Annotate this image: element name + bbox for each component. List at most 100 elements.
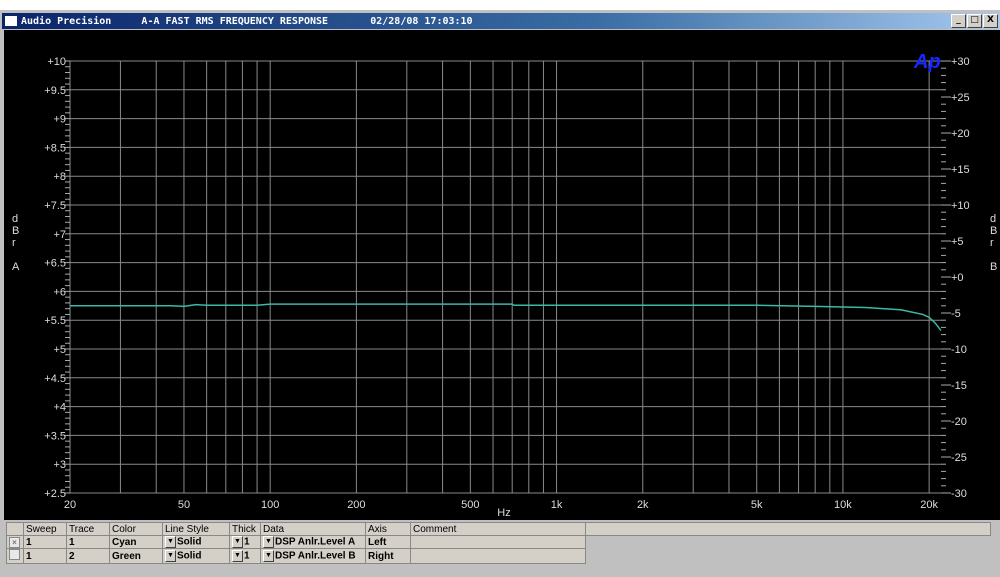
right-axis-label-char: B <box>990 225 997 237</box>
y-tick-label-right: +20 <box>951 128 970 140</box>
x-tick-label: 50 <box>178 499 190 511</box>
y-tick-label-left: +6.5 <box>44 258 66 270</box>
column-header[interactable]: Axis <box>365 522 411 536</box>
column-header[interactable]: Color <box>109 522 163 536</box>
app-name: Audio Precision <box>21 15 112 27</box>
data-cell-value: DSP Anlr.Level B <box>275 550 356 562</box>
x-tick-label: 1k <box>551 499 563 511</box>
color-cell[interactable]: Green <box>109 548 163 564</box>
trace-line <box>70 303 942 332</box>
right-axis-label-char: B <box>990 261 997 273</box>
close-button[interactable]: X <box>983 14 998 28</box>
left-axis-label-char: d <box>12 213 18 225</box>
x-tick-label: 20k <box>920 499 938 511</box>
color-cell-value: Green <box>112 550 141 562</box>
minimize-button[interactable]: _ <box>951 14 966 28</box>
comment-cell[interactable] <box>410 548 586 564</box>
column-header-filler <box>585 522 991 536</box>
line-style-cell-value: Solid <box>177 550 202 562</box>
y-tick-label-left: +9 <box>53 114 66 126</box>
line-style-cell[interactable]: ▼ Solid <box>162 548 230 564</box>
y-tick-label-left: +5 <box>53 344 66 356</box>
column-header[interactable]: Trace <box>66 522 110 536</box>
plot-area: +2.5 +3 +3.5 +4 +4.5 +5 +5.5 +6 +6.5 +7 +7.5 +8 +8.5… <box>4 30 1000 520</box>
trace-legend-table: Sweep Trace Color Line Style Thick Data Axis Co… <box>6 522 1000 577</box>
column-header[interactable]: Thick <box>229 522 261 536</box>
y-tick-label-right: +10 <box>951 200 970 212</box>
row-checkbox[interactable] <box>6 548 24 564</box>
ap-logo: Ap <box>913 51 941 73</box>
x-tick-label: 100 <box>261 499 279 511</box>
line-style-cell-value: Solid <box>177 536 202 548</box>
y-tick-label-left: +8.5 <box>44 142 66 154</box>
window-icon[interactable] <box>5 16 17 26</box>
y-tick-label-right: -20 <box>951 416 967 428</box>
y-tick-label-right: +15 <box>951 164 970 176</box>
axis-cell-value: Left <box>368 536 387 548</box>
table-row[interactable]: 1 2 Green ▼ Solid ▼ 1 ▼ DSP Anlr.Level B Right <box>6 548 991 564</box>
y-tick-label-left: +4.5 <box>44 373 66 385</box>
timestamp: 02/28/08 17:03:10 <box>370 15 473 27</box>
left-axis-label-char: r <box>12 237 16 249</box>
app-window: Audio Precision A-A FAST RMS FREQUENCY R… <box>0 10 1000 577</box>
x-axis-label: Hz <box>497 507 510 519</box>
column-header[interactable]: Line Style <box>162 522 230 536</box>
right-axis-label-char: d <box>990 213 996 225</box>
table-row[interactable]: × 1 1 Cyan ▼ Solid ▼ 1 ▼ DSP Anlr.Level A Left <box>6 535 991 549</box>
maximize-button[interactable]: □ <box>967 14 982 28</box>
dropdown-arrow-icon[interactable]: ▼ <box>263 536 274 548</box>
dropdown-arrow-icon[interactable]: ▼ <box>263 550 274 562</box>
x-tick-label: 500 <box>461 499 479 511</box>
column-header[interactable]: Comment <box>410 522 586 536</box>
right-axis-label-char: r <box>990 237 994 249</box>
y-tick-label-right: +25 <box>951 92 970 104</box>
x-tick-label: 200 <box>347 499 365 511</box>
comment-cell[interactable] <box>410 535 586 549</box>
left-axis-label-char: B <box>12 225 19 237</box>
trace-cell-value: 1 <box>69 536 75 548</box>
sweep-cell-value: 1 <box>26 550 32 562</box>
row-checkbox[interactable]: × <box>6 535 24 549</box>
y-tick-label-right: +0 <box>951 272 964 284</box>
dropdown-arrow-icon[interactable]: ▼ <box>232 550 243 562</box>
y-tick-label-right: -15 <box>951 380 967 392</box>
y-tick-label-right: -10 <box>951 344 967 356</box>
data-cell[interactable]: ▼ DSP Anlr.Level A <box>260 535 366 549</box>
thick-cell[interactable]: ▼ 1 <box>229 548 261 564</box>
x-tick-label: 2k <box>637 499 649 511</box>
y-tick-label-left: +7.5 <box>44 200 66 212</box>
thick-cell-value: 1 <box>244 550 250 562</box>
y-tick-label-left: +9.5 <box>44 85 66 97</box>
column-header[interactable]: Sweep <box>23 522 67 536</box>
y-tick-label-right: +30 <box>951 56 970 68</box>
y-tick-label-left: +6 <box>53 286 66 298</box>
trace-cell[interactable]: 1 <box>66 535 110 549</box>
sweep-cell-value: 1 <box>26 536 32 548</box>
y-tick-label-left: +10 <box>47 56 66 68</box>
y-tick-label-right: -5 <box>951 308 961 320</box>
trace-cell[interactable]: 2 <box>66 548 110 564</box>
data-cell[interactable]: ▼ DSP Anlr.Level B <box>260 548 366 564</box>
axis-cell-value: Right <box>368 550 394 562</box>
sweep-cell[interactable]: 1 <box>23 535 67 549</box>
dropdown-arrow-icon[interactable]: ▼ <box>232 536 243 548</box>
dropdown-arrow-icon[interactable]: ▼ <box>165 536 176 548</box>
title-bar: Audio Precision A-A FAST RMS FREQUENCY R… <box>2 13 1000 29</box>
sweep-cell[interactable]: 1 <box>23 548 67 564</box>
y-tick-label-left: +4 <box>53 402 66 414</box>
y-tick-label-right: -25 <box>951 452 967 464</box>
column-header[interactable] <box>6 522 24 536</box>
column-header[interactable]: Data <box>260 522 366 536</box>
x-tick-label: 10k <box>834 499 852 511</box>
y-tick-label-right: +5 <box>951 236 964 248</box>
y-tick-label-left: +3.5 <box>44 430 66 442</box>
axis-cell[interactable]: Left <box>365 535 411 549</box>
dropdown-arrow-icon[interactable]: ▼ <box>165 550 176 562</box>
color-cell[interactable]: Cyan <box>109 535 163 549</box>
color-cell-value: Cyan <box>112 536 137 548</box>
y-tick-label-left: +5.5 <box>44 315 66 327</box>
line-style-cell[interactable]: ▼ Solid <box>162 535 230 549</box>
x-tick-label: 20 <box>64 499 76 511</box>
thick-cell[interactable]: ▼ 1 <box>229 535 261 549</box>
axis-cell[interactable]: Right <box>365 548 411 564</box>
